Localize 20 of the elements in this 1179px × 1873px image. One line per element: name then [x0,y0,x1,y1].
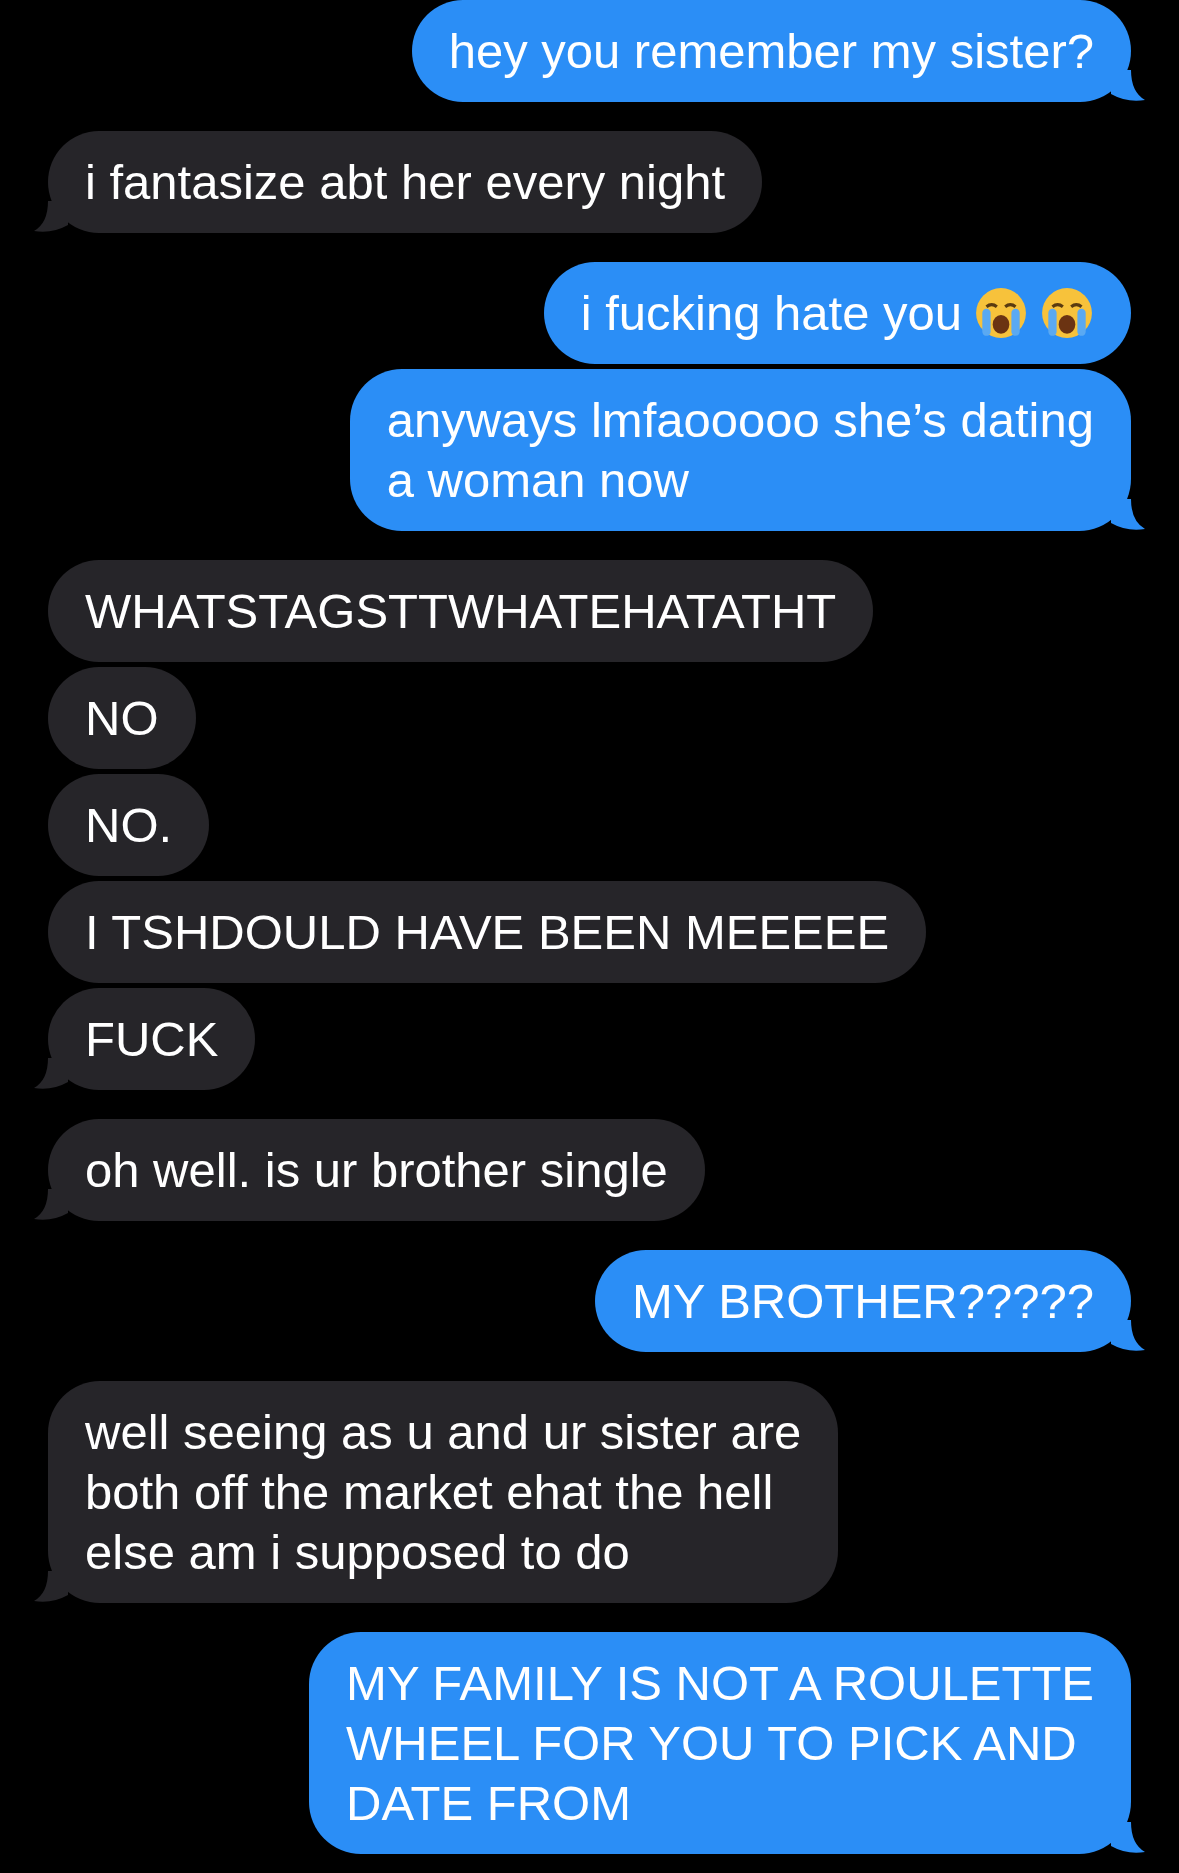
message-text: WHEEL FOR YOU TO PICK AND [346,1715,1078,1772]
message-text: well seeing as u and ur sister are [85,1404,802,1461]
message-text: oh well. is ur brother single [85,1142,668,1199]
message-text: NO. [85,797,173,854]
crying-face-icon [974,286,1028,340]
message-text: DATE FROM [346,1775,632,1832]
message-text: NO [85,690,159,747]
message-text: MY FAMILY IS NOT A ROULETTE [346,1655,1094,1712]
message-text: I TSHDOULD HAVE BEEN MEEEEE [85,904,890,961]
message-text: both off the market ehat the hell [85,1464,775,1521]
message-text: a woman now [386,452,690,509]
message-text: anyways lmfaooooo she’s dating [386,392,1094,449]
message-text: else am i supposed to do [85,1524,631,1581]
message-text: MY BROTHER????? [631,1273,1094,1330]
message-text: i fantasize abt her every night [85,154,726,211]
message-text: FUCK [85,1011,219,1068]
message-text: hey you remember my sister? [448,23,1094,80]
crying-face-icon [1040,286,1094,340]
message-text: WHATSTAGSTTWHATEHATATHT [85,583,837,640]
message-text: i fucking hate you [580,283,1094,343]
